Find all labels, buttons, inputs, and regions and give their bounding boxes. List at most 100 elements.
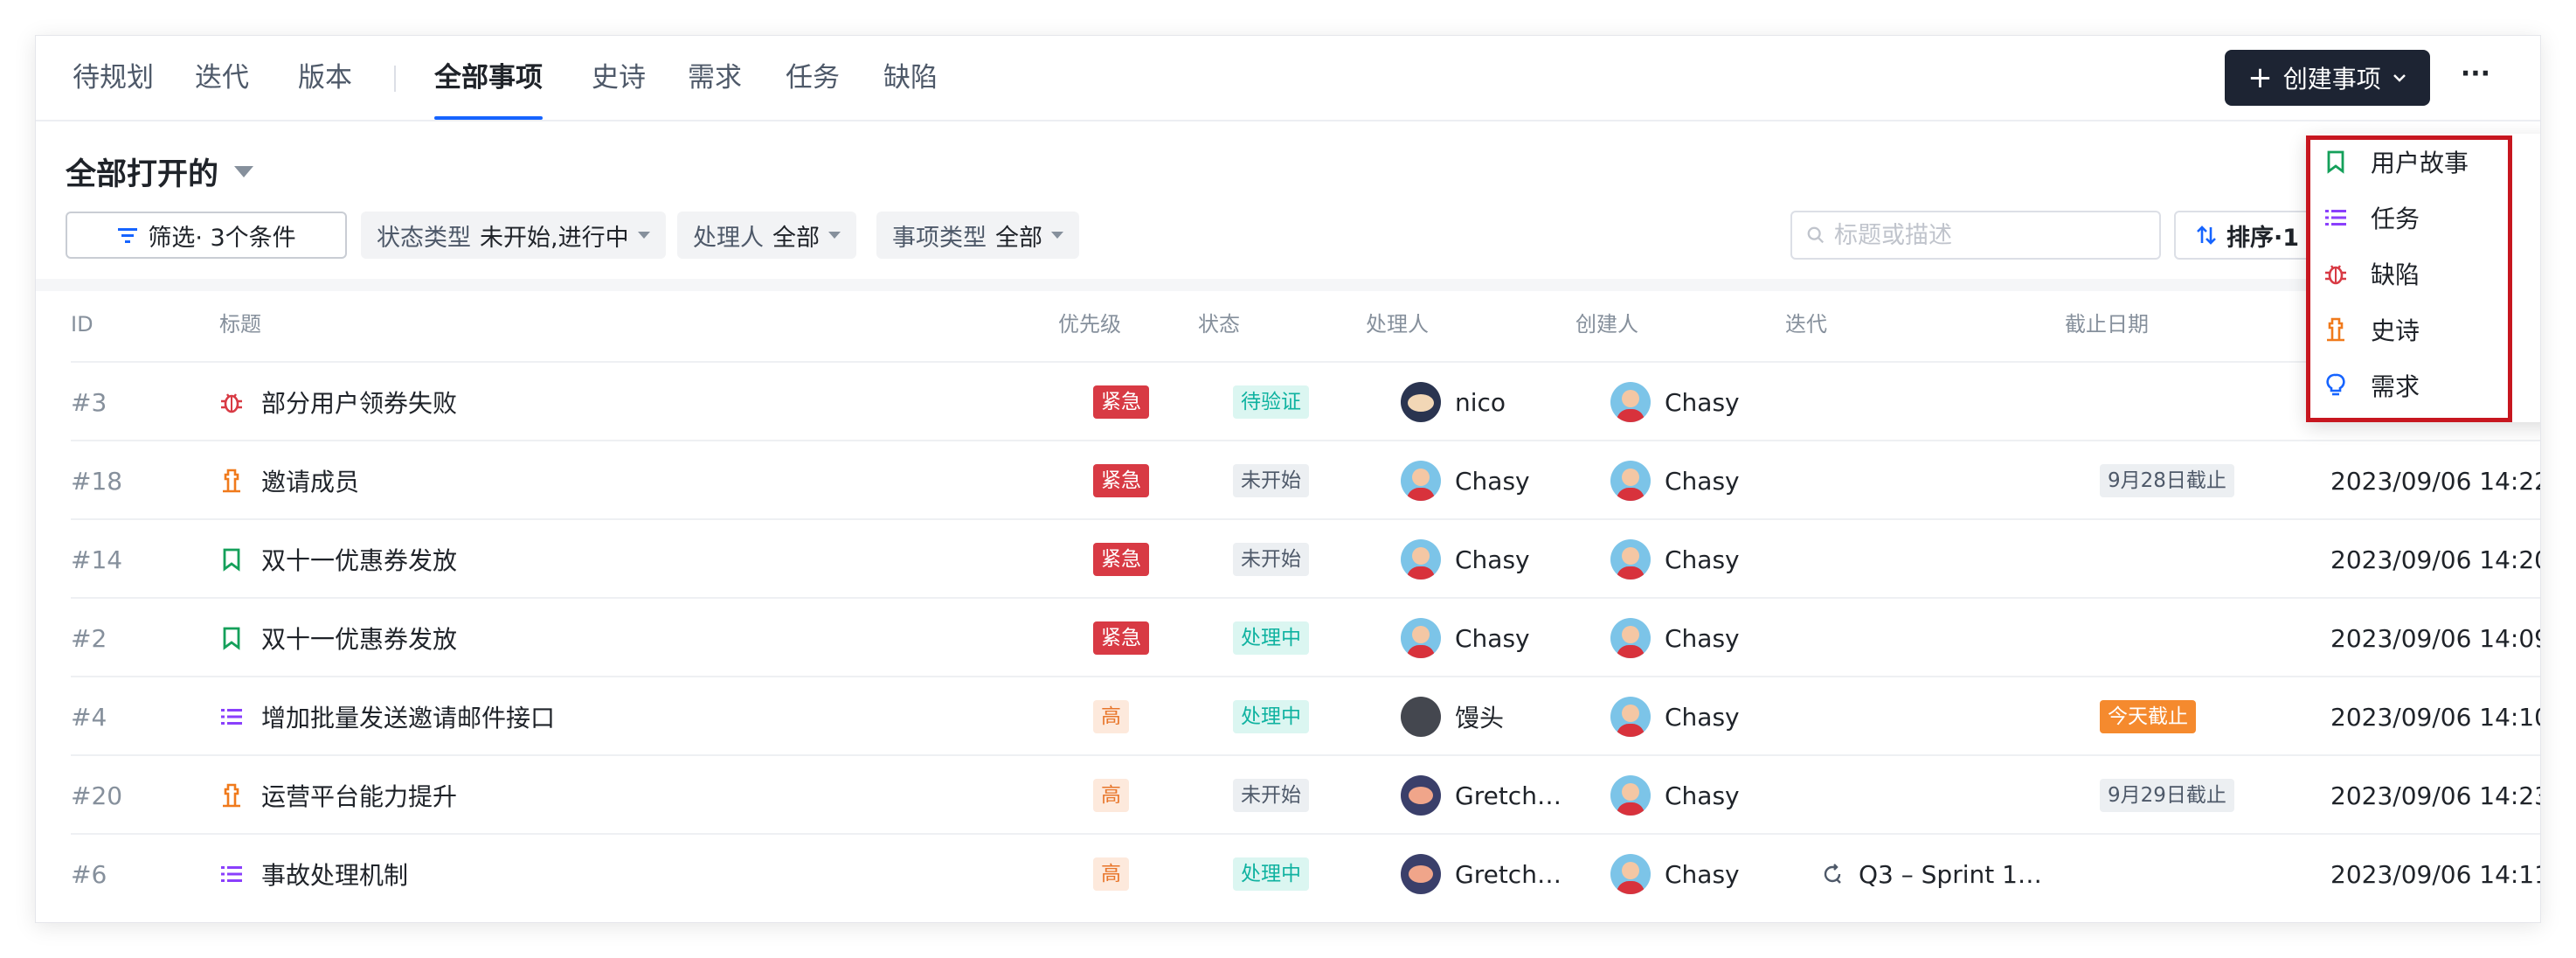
- filter-button[interactable]: 筛选· 3个条件: [66, 212, 347, 259]
- column-header-status[interactable]: 状态: [1198, 311, 1240, 337]
- table-row[interactable]: #3部分用户领券失败紧急待验证nicoChasy2023/09/06 14:09: [71, 361, 2540, 440]
- status-cell[interactable]: 处理中: [1233, 599, 1309, 677]
- column-header-owner[interactable]: 处理人: [1366, 311, 1429, 337]
- iteration-cell[interactable]: Q3 – Sprint 1…: [1820, 835, 2042, 913]
- search-box[interactable]: [1790, 211, 2161, 260]
- item-title-cell[interactable]: 邀请成员: [219, 441, 359, 520]
- filter-label: 筛选· 3个条件: [148, 224, 296, 252]
- status-cell[interactable]: 未开始: [1233, 441, 1309, 520]
- caret-down-icon: [1051, 232, 1063, 239]
- menu-item-bug[interactable]: 缺陷: [2323, 246, 2420, 302]
- menu-item-requirement[interactable]: 需求: [2323, 358, 2420, 413]
- priority-cell[interactable]: 紧急: [1093, 363, 1149, 441]
- owner-cell[interactable]: Gretch…: [1401, 756, 1562, 835]
- item-title[interactable]: 邀请成员: [261, 463, 359, 498]
- owner-chip[interactable]: 处理人 全部: [677, 212, 856, 259]
- priority-badge: 紧急: [1093, 621, 1149, 655]
- filter-icon: [118, 228, 138, 243]
- status-cell[interactable]: 处理中: [1233, 835, 1309, 913]
- table-row[interactable]: #18 邀请成员 紧急 未开始 Chasy Chasy 9月28日截止 2023/09/06 …: [71, 440, 2540, 518]
- menu-item-user-story[interactable]: 用户故事: [2323, 134, 2469, 190]
- status-cell[interactable]: 未开始: [1233, 520, 1309, 599]
- status-cell[interactable]: 处理中: [1233, 677, 1309, 756]
- tab-backlog[interactable]: 待规划: [73, 60, 154, 95]
- status-cell[interactable]: 未开始: [1233, 756, 1309, 835]
- item-title[interactable]: 运营平台能力提升: [261, 778, 457, 813]
- item-title-cell[interactable]: 运营平台能力提升: [219, 756, 457, 835]
- table-row[interactable]: #20 运营平台能力提升 高 未开始 Gretch… Chasy 9月29日截止 2023/0…: [71, 754, 2540, 833]
- updated-time: 2023/09/06 14:20: [2330, 545, 2541, 574]
- create-item-label: 创建事项: [2282, 65, 2381, 94]
- owner-cell[interactable]: Chasy: [1401, 520, 1530, 599]
- item-title-cell[interactable]: 双十一优惠券发放: [219, 599, 457, 677]
- creator-cell: Chasy: [1610, 441, 1740, 520]
- avatar: [1610, 618, 1651, 658]
- create-item-button[interactable]: + 创建事项: [2225, 50, 2430, 106]
- status-type-chip[interactable]: 状态类型 未开始,进行中: [361, 212, 666, 259]
- item-title[interactable]: 双十一优惠券发放: [261, 621, 457, 656]
- tab-iteration[interactable]: 迭代: [195, 60, 249, 95]
- status-badge: 待验证: [1233, 385, 1309, 419]
- column-header-title[interactable]: 标题: [219, 311, 261, 337]
- owner-name: Chasy: [1455, 623, 1530, 653]
- item-title[interactable]: 事故处理机制: [261, 857, 408, 892]
- menu-item-epic[interactable]: 史诗: [2323, 302, 2420, 358]
- item-title[interactable]: 增加批量发送邀请邮件接口: [261, 699, 555, 734]
- priority-cell[interactable]: 紧急: [1093, 441, 1149, 520]
- item-title-cell[interactable]: 部分用户领券失败: [219, 363, 457, 441]
- priority-cell[interactable]: 高: [1093, 756, 1129, 835]
- item-title-cell[interactable]: 增加批量发送邀请邮件接口: [219, 677, 555, 756]
- item-type-chip[interactable]: 事项类型 全部: [876, 212, 1079, 259]
- item-title-cell[interactable]: 事故处理机制: [219, 835, 408, 913]
- menu-item-task[interactable]: 任务: [2323, 190, 2420, 246]
- menu-item-label: 任务: [2371, 205, 2420, 233]
- search-input[interactable]: [1834, 221, 2145, 249]
- due-date-cell[interactable]: 今天截止: [2100, 677, 2196, 756]
- more-options-button[interactable]: ···: [2456, 61, 2495, 94]
- priority-cell[interactable]: 紧急: [1093, 520, 1149, 599]
- table-row[interactable]: #4 增加批量发送邀请邮件接口 高 处理中 馒头 Chasy 今天截止 2023/09/06 …: [71, 676, 2540, 754]
- tab-bugs[interactable]: 缺陷: [883, 60, 938, 95]
- avatar: [1610, 461, 1651, 501]
- priority-cell[interactable]: 高: [1093, 835, 1129, 913]
- plus-icon: +: [2247, 60, 2273, 95]
- due-date-cell[interactable]: 9月29日截止: [2100, 756, 2234, 835]
- due-date-cell[interactable]: 9月28日截止: [2100, 441, 2234, 520]
- tab-all-items[interactable]: 全部事项: [434, 60, 543, 120]
- table-row[interactable]: #2 双十一优惠券发放 紧急 处理中 Chasy Chasy 2023/09/06 14:0…: [71, 597, 2540, 676]
- creator-name: Chasy: [1665, 466, 1740, 496]
- priority-cell[interactable]: 紧急: [1093, 599, 1149, 677]
- sprint-cycle-icon: [1820, 862, 1845, 886]
- avatar: [1610, 775, 1651, 816]
- column-header-due-date[interactable]: 截止日期: [2065, 311, 2149, 337]
- owner-name: Chasy: [1455, 466, 1530, 496]
- owner-cell[interactable]: Gretch…: [1401, 835, 1562, 913]
- owner-name: Gretch…: [1455, 781, 1562, 810]
- status-cell[interactable]: 待验证: [1233, 363, 1309, 441]
- table-row[interactable]: #14 双十一优惠券发放 紧急 未开始 Chasy Chasy 2023/09/06 14:…: [71, 518, 2540, 597]
- item-title[interactable]: 部分用户领券失败: [261, 385, 457, 420]
- column-header-creator[interactable]: 创建人: [1575, 311, 1638, 337]
- column-header-id[interactable]: ID: [71, 311, 93, 337]
- column-header-priority[interactable]: 优先级: [1058, 311, 1121, 337]
- caret-down-icon: [637, 232, 650, 239]
- bug-icon: [2323, 261, 2348, 286]
- tab-tasks[interactable]: 任务: [786, 60, 840, 95]
- bookmark-icon: [219, 626, 244, 650]
- tab-requirements[interactable]: 需求: [688, 60, 742, 95]
- tab-epics[interactable]: 史诗: [592, 60, 646, 95]
- tower-icon: [219, 469, 244, 493]
- priority-badge: 紧急: [1093, 543, 1149, 576]
- table-row[interactable]: #6 事故处理机制 高 处理中 Gretch… Chasy Q3 – Sprint 1… 20…: [71, 833, 2540, 912]
- view-selector[interactable]: 全部打开的: [66, 149, 254, 194]
- priority-cell[interactable]: 高: [1093, 677, 1129, 756]
- owner-cell[interactable]: 馒头: [1401, 677, 1504, 756]
- item-title-cell[interactable]: 双十一优惠券发放: [219, 520, 457, 599]
- owner-cell[interactable]: Chasy: [1401, 441, 1530, 520]
- column-header-iteration[interactable]: 迭代: [1785, 311, 1827, 337]
- tab-version[interactable]: 版本: [298, 60, 352, 95]
- owner-cell[interactable]: Chasy: [1401, 599, 1530, 677]
- chip-label: 处理人: [693, 224, 764, 252]
- owner-cell[interactable]: nico: [1401, 363, 1506, 441]
- item-title[interactable]: 双十一优惠券发放: [261, 542, 457, 577]
